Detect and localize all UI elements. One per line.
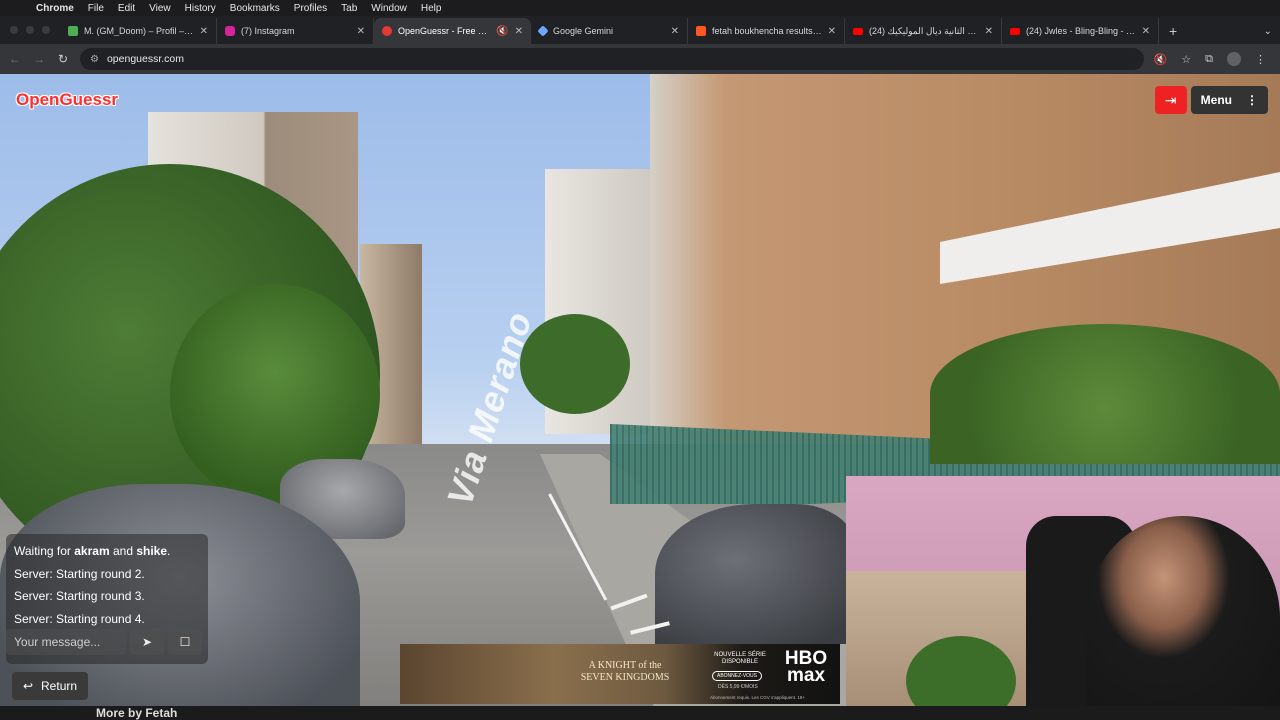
tab-instagram[interactable]: (7) Instagram ✕ (217, 18, 374, 44)
window-controls (0, 16, 60, 44)
menu-bookmarks[interactable]: Bookmarks (230, 3, 280, 14)
tab-gemini[interactable]: Google Gemini ✕ (531, 18, 688, 44)
gemini-favicon-icon (537, 25, 549, 37)
macos-menubar: Chrome File Edit View History Bookmarks … (0, 0, 1280, 16)
close-tab-icon[interactable]: ✕ (671, 26, 679, 37)
menu-view[interactable]: View (149, 3, 171, 14)
close-tab-icon[interactable]: ✕ (200, 26, 208, 37)
menu-history[interactable]: History (185, 3, 216, 14)
mute-tab-icon[interactable]: 🔇 (496, 26, 508, 37)
chat-text: Waiting for (14, 544, 71, 559)
tab-youtube-1[interactable]: (24) الحلقة الثانية ديال الموليكيك ✕ (845, 18, 1002, 44)
address-bar[interactable]: ⚙ openguessr.com (80, 48, 1144, 70)
chat-text: . (167, 544, 171, 559)
chat-text: and (112, 544, 133, 559)
profile-avatar[interactable] (1227, 52, 1241, 66)
openguessr-logo[interactable]: OpenGuessr (16, 90, 118, 110)
tab-youtube-2[interactable]: (24) Jwles - Bling-Bling - You ✕ (1002, 18, 1159, 44)
exit-game-button[interactable]: ⇥ (1154, 86, 1187, 114)
reload-icon[interactable]: ↻ (56, 52, 70, 66)
chess-favicon-icon (68, 26, 78, 36)
hbo-max-logo: HBO max (784, 648, 828, 686)
back-arrow-icon[interactable]: ← (8, 52, 22, 66)
hedge-right (930, 324, 1280, 464)
page-below-strip: More by Fetah (0, 706, 1280, 720)
menu-window[interactable]: Window (371, 3, 407, 14)
hbo-max-ad-banner[interactable]: A KNIGHT of the SEVEN KINGDOMS NOUVELLE … (400, 644, 840, 704)
ad-price: DÈS 5,99 €/MOIS (718, 684, 758, 690)
tab-openguessr[interactable]: OpenGuessr - Free GeoG 🔇 ✕ (374, 18, 531, 44)
chat-message-input[interactable] (6, 629, 126, 655)
exit-icon: ⇥ (1164, 91, 1177, 108)
game-menu-controls: ⇥ Menu ⋮ (1154, 86, 1268, 114)
close-tab-icon[interactable]: ✕ (1142, 26, 1150, 37)
player-name: akram (74, 544, 110, 559)
chat-waiting-line: Waiting for akram and shike. (14, 540, 200, 563)
menu-app-name[interactable]: Chrome (36, 3, 74, 14)
chat-message: Server: Starting round 2. (14, 566, 145, 581)
chat-input-row: ➤ ☐ (6, 629, 208, 655)
streamer-webcam-overlay (846, 476, 1280, 720)
instagram-favicon-icon (225, 26, 235, 36)
menu-file[interactable]: File (88, 3, 104, 14)
menu-label: Menu (1200, 93, 1232, 107)
player-name: shike (136, 544, 168, 559)
tab-title: M. (GM_Doom) – Profil – Che (84, 26, 194, 36)
tab-chess-profile[interactable]: M. (GM_Doom) – Profil – Che ✕ (60, 18, 217, 44)
return-button[interactable]: ↩ Return (12, 672, 88, 700)
close-tab-icon[interactable]: ✕ (515, 26, 523, 37)
parked-car-dark (655, 504, 855, 644)
return-label: Return (41, 679, 78, 693)
street-view-panorama[interactable]: Via Merano OpenGuessr ⇥ Menu ⋮ Waiting f… (0, 74, 1280, 720)
menu-profiles[interactable]: Profiles (294, 3, 327, 14)
site-favicon-icon (696, 26, 706, 36)
ad-serie-text: NOUVELLE SÉRIE DISPONIBLE (714, 652, 766, 665)
tab-title: (24) Jwles - Bling-Bling - You (1026, 26, 1136, 36)
ad-legal: Abonnement requis. Les CGV s'appliquent.… (710, 695, 806, 700)
close-tab-icon[interactable]: ✕ (828, 26, 836, 37)
chat-message: Server: Starting round 4. (14, 611, 145, 626)
openguessr-favicon-icon (382, 26, 392, 36)
browser-toolbar: ← → ↻ ⚙ openguessr.com 🔇 ☆ ⧉ ⋮ (0, 44, 1280, 74)
extensions-puzzle-icon[interactable]: ⧉ (1205, 53, 1213, 66)
url-text: openguessr.com (106, 53, 185, 65)
bookmark-star-icon[interactable]: ☆ (1181, 53, 1191, 66)
menu-button[interactable]: Menu ⋮ (1190, 86, 1268, 114)
ad-cta-button[interactable]: ABONNEZ-VOUS (712, 671, 763, 681)
menu-tab[interactable]: Tab (341, 3, 357, 14)
send-button[interactable]: ➤ (130, 629, 164, 655)
new-tab-button[interactable]: + (1159, 18, 1187, 44)
tab-title: (7) Instagram (241, 26, 295, 36)
minimize-window-button[interactable] (26, 26, 34, 34)
youtube-favicon-icon (853, 27, 863, 35)
forward-arrow-icon[interactable]: → (32, 52, 46, 66)
youtube-favicon-icon (1010, 27, 1020, 35)
tab-search-chevron-icon[interactable]: ⌄ (1264, 18, 1280, 44)
tab-fetah-results[interactable]: fetah boukhencha results on ✕ (688, 18, 845, 44)
zoom-window-button[interactable] (42, 26, 50, 34)
chat-bubble-icon: ☐ (179, 635, 191, 649)
kebab-icon: ⋮ (1246, 93, 1258, 107)
tab-title: fetah boukhencha results on (712, 26, 822, 36)
site-info-icon[interactable]: ⚙ (90, 54, 99, 65)
kebab-menu-icon[interactable]: ⋮ (1255, 53, 1266, 66)
menu-edit[interactable]: Edit (118, 3, 135, 14)
tab-title: Google Gemini (553, 26, 614, 36)
menu-help[interactable]: Help (421, 3, 442, 14)
more-by-heading: More by Fetah (96, 706, 178, 720)
close-tab-icon[interactable]: ✕ (985, 26, 993, 37)
tab-strip: M. (GM_Doom) – Profil – Che ✕ (7) Instag… (0, 16, 1280, 44)
close-window-button[interactable] (10, 26, 18, 34)
send-icon: ➤ (141, 635, 153, 649)
return-arrow-icon: ↩ (22, 679, 34, 693)
emoji-chat-button[interactable]: ☐ (168, 629, 202, 655)
chat-message: Server: Starting round 3. (14, 589, 145, 604)
close-tab-icon[interactable]: ✕ (357, 26, 365, 37)
tab-title: OpenGuessr - Free GeoG (398, 26, 491, 36)
streamer (1086, 516, 1280, 720)
ad-title: A KNIGHT of the SEVEN KINGDOMS (580, 660, 670, 683)
muted-speaker-icon[interactable]: 🔇 (1154, 53, 1168, 66)
tab-title: (24) الحلقة الثانية ديال الموليكيك (869, 25, 979, 36)
